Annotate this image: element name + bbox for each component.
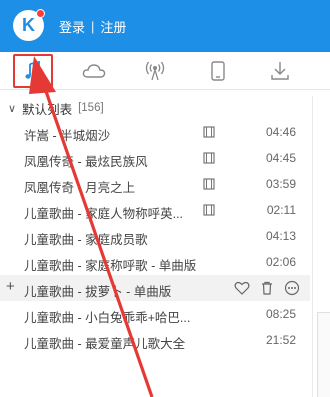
row-actions [234, 280, 300, 296]
song-duration: 04:46 [265, 125, 296, 139]
top-header: K 登录 | 注册 [0, 0, 330, 52]
song-duration: 02:06 [265, 255, 296, 269]
song-duration: 02:11 [266, 203, 296, 217]
cloud-icon [82, 64, 106, 78]
music-player-window: K 登录 | 注册 ∨ 默认列表 [156] 许嵩 - 半城烟沙 04:46 凤… [0, 0, 330, 397]
chevron-down-icon[interactable]: ∨ [8, 102, 16, 115]
song-title: 许嵩 - 半城烟沙 [24, 129, 111, 143]
song-row[interactable]: 儿童歌曲 - 家庭人物称呼英... 02:11 [0, 197, 310, 223]
main-tabs [0, 52, 330, 90]
playlist-header[interactable]: ∨ 默认列表 [156] [0, 96, 330, 120]
tab-device[interactable] [198, 52, 238, 90]
tab-download[interactable] [260, 52, 300, 90]
mv-icon[interactable] [203, 152, 215, 164]
song-duration: 04:13 [265, 229, 296, 243]
playlist-count: [156] [78, 102, 104, 114]
song-duration: 08:25 [265, 307, 296, 321]
trash-icon[interactable] [259, 280, 275, 296]
song-row[interactable]: 凤凰传奇 - 最炫民族风 04:45 [0, 145, 310, 171]
song-duration: 03:59 [265, 177, 296, 191]
heart-icon[interactable] [234, 280, 250, 296]
song-title: 儿童歌曲 - 拔萝卜 - 单曲版 [24, 285, 172, 299]
song-row[interactable]: 儿童歌曲 - 家庭称呼歌 - 单曲版 02:06 [0, 249, 310, 275]
tab-cloud[interactable] [74, 52, 114, 90]
song-title: 凤凰传奇 - 最炫民族风 [24, 155, 148, 169]
notification-dot [36, 9, 45, 18]
song-row[interactable]: 凤凰传奇 - 月亮之上 03:59 [0, 171, 310, 197]
song-title: 儿童歌曲 - 家庭人物称呼英... [24, 207, 184, 221]
logo-letter: K [22, 15, 35, 35]
song-row[interactable]: 儿童歌曲 - 最爱童声儿歌大全 21:52 [0, 327, 310, 353]
song-duration: 04:45 [265, 151, 296, 165]
song-row[interactable]: 儿童歌曲 - 小白兔乖乖+哈巴... 08:25 [0, 301, 310, 327]
song-row[interactable]: 许嵩 - 半城烟沙 04:46 [0, 120, 310, 145]
auth-links: 登录 | 注册 [59, 17, 126, 36]
playlist-name: 默认列表 [22, 102, 73, 117]
more-icon[interactable] [284, 280, 300, 296]
song-list: 许嵩 - 半城烟沙 04:46 凤凰传奇 - 最炫民族风 04:45 凤凰传奇 - 月亮… [0, 120, 310, 397]
tab-music[interactable] [13, 54, 53, 88]
phone-icon [211, 61, 225, 81]
mv-icon[interactable] [203, 178, 215, 190]
song-title: 儿童歌曲 - 家庭称呼歌 - 单曲版 [24, 259, 197, 273]
song-title: 儿童歌曲 - 最爱童声儿歌大全 [24, 337, 186, 351]
song-title: 儿童歌曲 - 小白兔乖乖+哈巴... [24, 311, 191, 325]
song-duration: 21:52 [265, 333, 296, 347]
tab-radio[interactable] [135, 52, 175, 90]
radio-icon [145, 61, 165, 81]
login-link[interactable]: 登录 [59, 17, 85, 36]
song-row[interactable]: 儿童歌曲 - 家庭成员歌 04:13 [0, 223, 310, 249]
song-title: 凤凰传奇 - 月亮之上 [24, 181, 136, 195]
side-panel-box [317, 312, 330, 397]
song-row[interactable]: + 儿童歌曲 - 拔萝卜 - 单曲版 [0, 275, 310, 301]
register-link[interactable]: 注册 [100, 17, 126, 36]
music-note-icon [25, 61, 40, 79]
mv-icon[interactable] [203, 126, 215, 138]
auth-separator: | [91, 19, 95, 34]
download-icon [271, 62, 289, 80]
add-to-playlist-icon[interactable]: + [6, 278, 15, 295]
song-title: 儿童歌曲 - 家庭成员歌 [24, 233, 148, 247]
mv-icon[interactable] [203, 204, 215, 216]
